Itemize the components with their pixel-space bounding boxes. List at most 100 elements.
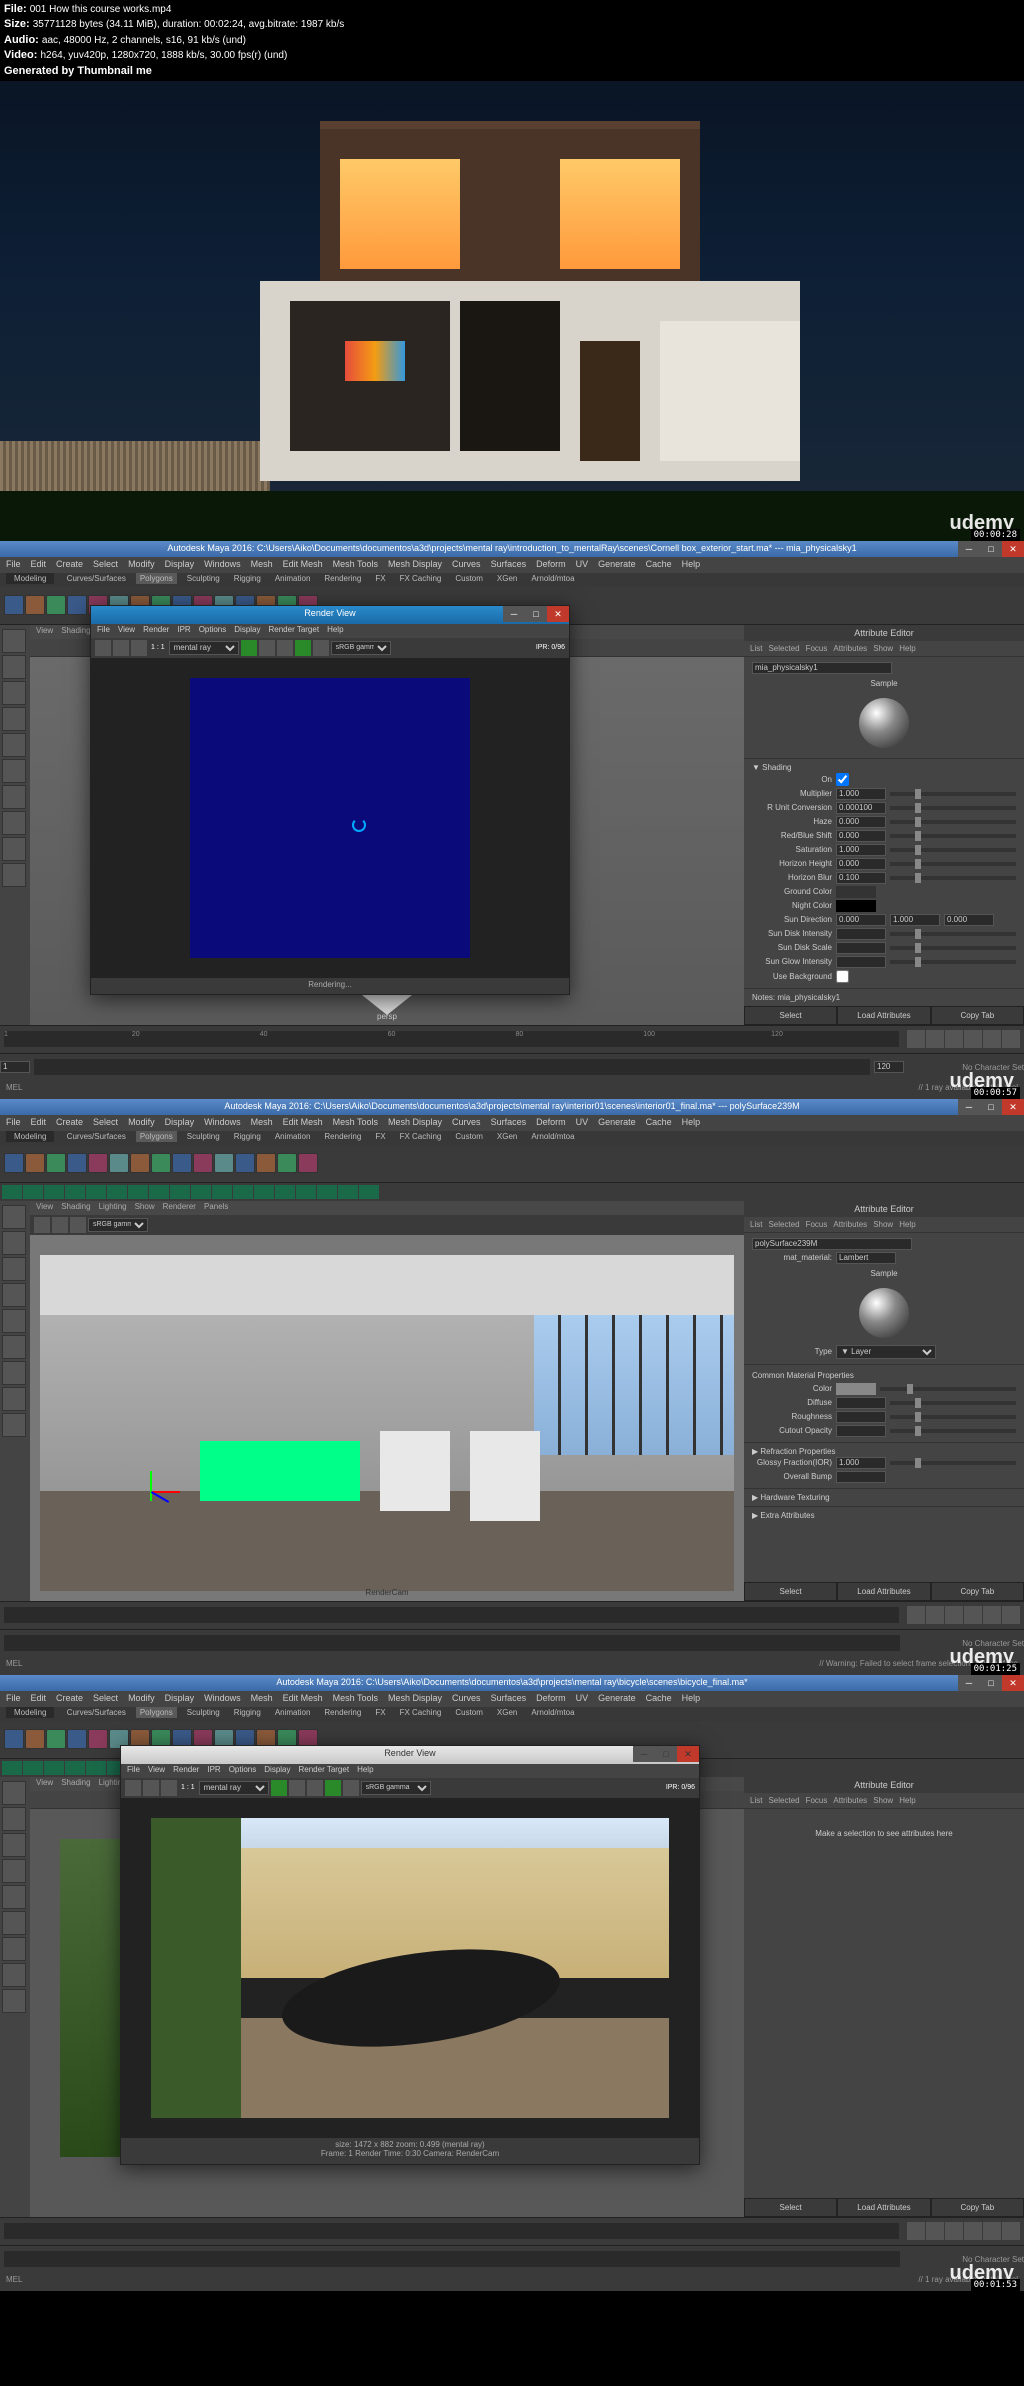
- maya-titlebar[interactable]: Autodesk Maya 2016: C:\Users\Aiko\Docume…: [0, 541, 1024, 557]
- shelf-icon[interactable]: [128, 1185, 148, 1199]
- shelf-tab[interactable]: XGen: [493, 1131, 521, 1142]
- maya-titlebar[interactable]: Autodesk Maya 2016: C:\Users\Aiko\Docume…: [0, 1099, 1024, 1115]
- tool-icon[interactable]: [2, 863, 26, 887]
- render-settings-icon[interactable]: [241, 640, 257, 656]
- vp-menu[interactable]: View: [36, 1202, 53, 1211]
- vp-menu[interactable]: Lighting: [99, 1202, 127, 1211]
- shelf-icon[interactable]: [149, 1185, 169, 1199]
- timeline[interactable]: 120406080100120: [0, 1025, 1024, 1053]
- section-header[interactable]: ▶ Refraction Properties: [752, 1447, 1016, 1456]
- attr-tab[interactable]: Selected: [768, 644, 799, 653]
- minimize-button[interactable]: ─: [633, 1746, 655, 1762]
- tool-icon[interactable]: [2, 837, 26, 861]
- shelf-icon[interactable]: [151, 1153, 171, 1173]
- menu-item[interactable]: Surfaces: [491, 1693, 527, 1703]
- shelf-tab[interactable]: Rigging: [230, 1707, 265, 1718]
- load-attributes-button[interactable]: Load Attributes: [837, 2198, 930, 2217]
- secondary-shelf[interactable]: [0, 1183, 1024, 1201]
- shelf-icon[interactable]: [109, 1153, 129, 1173]
- workspace-selector[interactable]: Modeling: [6, 573, 54, 584]
- close-button[interactable]: ✕: [677, 1746, 699, 1762]
- tool-icon[interactable]: [2, 1231, 26, 1255]
- checkbox[interactable]: [836, 970, 849, 983]
- render-view-window[interactable]: Render View ─□✕ FileViewRenderIPROptions…: [120, 1745, 700, 2165]
- menu-item[interactable]: File: [6, 1117, 21, 1127]
- rv-menu[interactable]: Render Target: [269, 625, 320, 634]
- play-button[interactable]: [907, 1606, 925, 1624]
- node-name-field[interactable]: mia_physicalsky1: [752, 662, 892, 674]
- shelf-tab[interactable]: Custom: [451, 573, 487, 584]
- rv-menu[interactable]: Options: [199, 625, 227, 634]
- toolbox[interactable]: [0, 1777, 30, 2217]
- move-tool-icon[interactable]: [2, 681, 26, 705]
- shelf-icon[interactable]: [296, 1185, 316, 1199]
- shelf-icon[interactable]: [46, 1729, 66, 1749]
- attr-tab[interactable]: Focus: [806, 644, 828, 653]
- shelf-tab[interactable]: Rigging: [230, 1131, 265, 1142]
- workspace-selector[interactable]: Modeling: [6, 1131, 54, 1142]
- attr-slider[interactable]: [890, 806, 1016, 810]
- rv-menu[interactable]: View: [118, 625, 135, 634]
- shelf-icon[interactable]: [67, 1729, 87, 1749]
- play-button[interactable]: [926, 2222, 944, 2240]
- shelf-icon[interactable]: [2, 1761, 22, 1775]
- play-button[interactable]: [983, 1606, 1001, 1624]
- copy-tab-button[interactable]: Copy Tab: [931, 2198, 1024, 2217]
- time-slider[interactable]: [4, 2223, 899, 2239]
- tool-icon[interactable]: [2, 1885, 26, 1909]
- attr-value[interactable]: [836, 1397, 886, 1409]
- shelf-icon[interactable]: [275, 1185, 295, 1199]
- rv-menu[interactable]: Render: [143, 625, 169, 634]
- shelf-icon[interactable]: [67, 595, 87, 615]
- menu-meshtools[interactable]: Mesh Tools: [333, 559, 378, 569]
- range-track[interactable]: [4, 1635, 900, 1651]
- attr-tab[interactable]: Help: [899, 644, 915, 653]
- step-back-button[interactable]: [926, 1030, 944, 1048]
- renderer-select[interactable]: mental ray: [199, 1781, 269, 1795]
- shelf-icon[interactable]: [317, 1185, 337, 1199]
- shelf-icon[interactable]: [88, 1729, 108, 1749]
- shelf-icon[interactable]: [86, 1761, 106, 1775]
- rv-toolbar-icon[interactable]: [343, 1780, 359, 1796]
- menu-item[interactable]: Select: [93, 1117, 118, 1127]
- menu-item[interactable]: Windows: [204, 1693, 241, 1703]
- attr-tab[interactable]: Selected: [768, 1796, 799, 1805]
- menu-uv[interactable]: UV: [576, 559, 589, 569]
- menu-item[interactable]: Edit Mesh: [283, 1117, 323, 1127]
- menu-surfaces[interactable]: Surfaces: [491, 559, 527, 569]
- tool-icon[interactable]: [2, 1781, 26, 1805]
- mel-label[interactable]: MEL: [6, 2275, 22, 2289]
- time-slider[interactable]: [4, 1607, 899, 1623]
- shelf-icon[interactable]: [256, 1153, 276, 1173]
- shelf-tab[interactable]: Arnold/mtoa: [527, 1707, 578, 1718]
- shelf-tab[interactable]: Animation: [271, 1707, 315, 1718]
- rv-menu[interactable]: IPR: [177, 625, 190, 634]
- vp-menu[interactable]: Shading: [61, 1202, 90, 1211]
- shelf-icon[interactable]: [88, 1153, 108, 1173]
- render-button-icon[interactable]: [125, 1780, 141, 1796]
- workspace-selector[interactable]: Modeling: [6, 1707, 54, 1718]
- select-button[interactable]: Select: [744, 1006, 837, 1025]
- menu-item[interactable]: Cache: [646, 1117, 672, 1127]
- attr-slider[interactable]: [890, 834, 1016, 838]
- shelf-tab[interactable]: Rendering: [320, 573, 365, 584]
- shelf-tab-active[interactable]: Polygons: [136, 573, 177, 584]
- copy-tab-button[interactable]: Copy Tab: [931, 1582, 1024, 1601]
- select-button[interactable]: Select: [744, 1582, 837, 1601]
- range-slider[interactable]: No Character Set: [0, 2245, 1024, 2273]
- scale-tool-icon[interactable]: [2, 733, 26, 757]
- color-swatch[interactable]: [836, 886, 876, 898]
- shelf-icon[interactable]: [4, 1729, 24, 1749]
- attr-slider[interactable]: [890, 1415, 1016, 1419]
- shelf-tab[interactable]: FX Caching: [396, 1707, 446, 1718]
- attr-value[interactable]: 0.100: [836, 872, 886, 884]
- shelf-tab[interactable]: Curves/Surfaces: [63, 1707, 130, 1718]
- menu-item[interactable]: Edit: [31, 1117, 47, 1127]
- tool-icon[interactable]: [2, 1283, 26, 1307]
- section-header[interactable]: ▶ Hardware Texturing: [752, 1493, 1016, 1502]
- range-slider[interactable]: 1 120 No Character Set: [0, 1053, 1024, 1081]
- viewport-panel[interactable]: ViewShadingLightingShowRendererPanels sR…: [30, 1201, 744, 1601]
- menu-cache[interactable]: Cache: [646, 559, 672, 569]
- shelf-icon[interactable]: [298, 1153, 318, 1173]
- attr-value[interactable]: 1.000: [836, 844, 886, 856]
